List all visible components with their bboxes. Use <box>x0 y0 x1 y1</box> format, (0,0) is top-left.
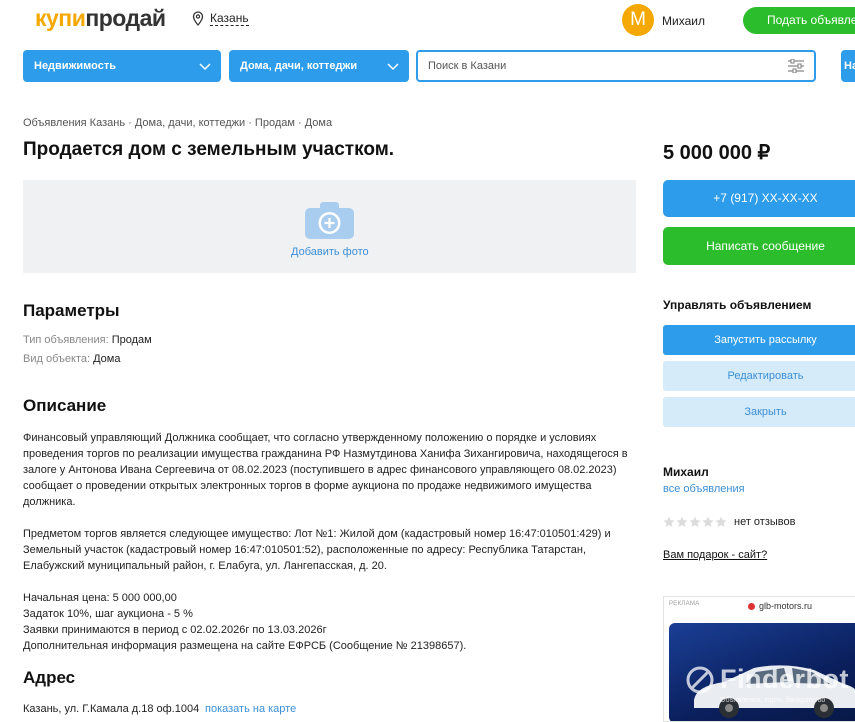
add-photo-link[interactable]: Добавить фото <box>291 246 369 258</box>
edit-button[interactable]: Редактировать <box>663 361 855 391</box>
location-pin-icon <box>192 11 204 26</box>
description-paragraph: Финансовый управляющий Должника сообщает… <box>23 432 628 508</box>
seller-name[interactable]: Михаил <box>663 465 709 479</box>
star-icon <box>663 516 675 527</box>
chevron-down-icon <box>199 63 211 71</box>
all-ads-link[interactable]: все объявления <box>663 483 745 495</box>
chevron-down-icon <box>387 63 399 71</box>
write-message-button[interactable]: Написать сообщение <box>663 227 855 265</box>
star-icon <box>676 516 688 527</box>
watermark: Finderbot Объявления, торги, банкротство <box>686 664 849 704</box>
ad-label: РЕКЛАМА <box>669 601 700 607</box>
ad-domain[interactable]: glb-motors.ru <box>748 601 812 611</box>
address-text: Казань, ул. Г.Камала д.18 оф.1004 <box>23 703 200 715</box>
param-key: Тип объявления: <box>23 334 109 346</box>
subcategory-select[interactable]: Дома, дачи, коттеджи <box>229 50 409 82</box>
logo-part-1: купи <box>35 5 86 31</box>
param-row: Тип объявления: Продам <box>23 334 152 346</box>
ad-domain-text: glb-motors.ru <box>759 601 813 611</box>
logo-part-2: продай <box>85 5 166 31</box>
subcategory-select-label: Дома, дачи, коттеджи <box>240 60 358 72</box>
param-row: Вид объекта: Дома <box>23 353 120 365</box>
site-logo[interactable]: купипродай <box>35 5 166 32</box>
rating-stars <box>663 516 727 528</box>
page-title: Продается дом с земельным участком. <box>23 139 395 160</box>
param-value: Продам <box>111 334 152 346</box>
post-ad-button[interactable]: Подать объявление <box>743 7 855 34</box>
search-placeholder: Поиск в Казани <box>428 60 507 72</box>
param-value: Дома <box>93 353 121 365</box>
show-phone-button[interactable]: +7 (917) XX-XX-XX <box>663 180 855 217</box>
search-button[interactable]: Найти <box>841 50 855 82</box>
finderbot-logo-icon <box>686 666 714 693</box>
description-paragraph: Предметом торгов является следующее имущ… <box>23 528 611 572</box>
description-text: Финансовый управляющий Должника сообщает… <box>23 430 638 654</box>
price: 5 000 000 ₽ <box>663 142 771 164</box>
breadcrumb[interactable]: Объявления Казань · Дома, дачи, коттеджи… <box>23 117 332 129</box>
param-key: Вид объекта: <box>23 353 91 365</box>
user-name[interactable]: Михаил <box>662 14 705 28</box>
manage-heading: Управлять объявлением <box>663 298 812 312</box>
avatar[interactable]: М <box>622 4 654 36</box>
watermark-tagline: Объявления, торги, банкротство <box>720 697 826 704</box>
star-icon <box>715 516 727 527</box>
search-input[interactable]: Поиск в Казани <box>416 50 816 82</box>
camera-plus-icon[interactable] <box>305 202 354 239</box>
category-select[interactable]: Недвижимость <box>23 50 221 82</box>
city-selector[interactable]: Казань <box>192 11 249 26</box>
start-mailing-button[interactable]: Запустить рассылку <box>663 325 855 355</box>
description-heading: Описание <box>23 396 107 415</box>
show-on-map-link[interactable]: показать на карте <box>205 703 296 715</box>
watermark-name: Finderbot <box>720 664 849 694</box>
brand-dot-icon <box>748 602 755 610</box>
gift-site-link[interactable]: Вам подарок - сайт? <box>663 549 767 561</box>
star-icon <box>689 516 701 527</box>
star-icon <box>702 516 714 527</box>
address-heading: Адрес <box>23 668 76 687</box>
params-heading: Параметры <box>23 301 120 320</box>
reviews-count: нет отзывов <box>734 516 796 528</box>
city-name: Казань <box>210 11 249 26</box>
category-select-label: Недвижимость <box>34 60 116 72</box>
filter-icon[interactable] <box>788 59 804 73</box>
close-ad-button[interactable]: Закрыть <box>663 397 855 427</box>
description-paragraph: Начальная цена: 5 000 000,00 Задаток 10%… <box>23 592 467 652</box>
